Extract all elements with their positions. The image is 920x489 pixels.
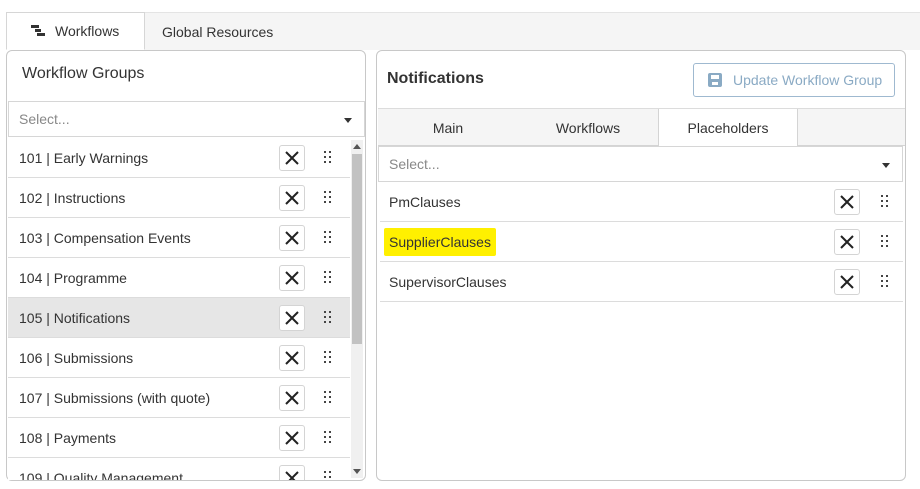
close-icon <box>840 235 854 249</box>
scroll-thumb[interactable] <box>352 154 362 344</box>
drag-handle-icon[interactable] <box>324 391 332 405</box>
close-icon <box>285 271 299 285</box>
close-icon <box>840 275 854 289</box>
list-item[interactable]: 104 | Programme <box>8 258 350 298</box>
remove-button[interactable] <box>279 465 305 480</box>
close-icon <box>285 351 299 365</box>
list-item[interactable]: 108 | Payments <box>8 418 350 458</box>
list-item[interactable]: SupplierClauses <box>380 222 903 262</box>
tab-global-resources-label: Global Resources <box>162 23 274 40</box>
save-icon <box>708 73 722 87</box>
close-icon <box>285 471 299 480</box>
list-item-label: 103 | Compensation Events <box>19 229 191 246</box>
tab-main[interactable]: Main <box>378 109 518 146</box>
tab-workflows-detail[interactable]: Workflows <box>518 109 658 146</box>
remove-button[interactable] <box>279 145 305 171</box>
close-icon <box>285 391 299 405</box>
close-icon <box>285 311 299 325</box>
workflow-group-list: 101 | Early Warnings 102 | Instructions … <box>8 138 350 480</box>
tree-icon <box>31 25 45 37</box>
list-item[interactable]: SupervisorClauses <box>380 262 903 302</box>
remove-button[interactable] <box>279 425 305 451</box>
drag-handle-icon[interactable] <box>324 311 332 325</box>
update-workflow-group-button[interactable]: Update Workflow Group <box>693 63 895 97</box>
list-item-label: 109 | Quality Management <box>19 469 183 481</box>
drag-handle-icon[interactable] <box>324 191 332 205</box>
tab-placeholders-label: Placeholders <box>687 120 769 136</box>
remove-button[interactable] <box>834 269 860 295</box>
list-item[interactable]: 107 | Submissions (with quote) <box>8 378 350 418</box>
drag-handle-icon[interactable] <box>881 195 889 209</box>
list-item-selected[interactable]: 105 | Notifications <box>8 298 350 338</box>
list-item[interactable]: PmClauses <box>380 182 903 222</box>
drag-handle-icon[interactable] <box>324 271 332 285</box>
remove-button[interactable] <box>279 265 305 291</box>
placeholder-list: PmClauses SupplierClauses SupervisorClau… <box>380 182 903 302</box>
notifications-panel: Notifications Update Workflow Group Main… <box>376 50 906 481</box>
close-icon <box>285 231 299 245</box>
detail-tab-bar: Main Workflows Placeholders <box>378 108 905 147</box>
list-item[interactable]: 101 | Early Warnings <box>8 138 350 178</box>
remove-button[interactable] <box>279 225 305 251</box>
tab-main-label: Main <box>432 119 464 136</box>
scroll-up-icon[interactable] <box>353 144 361 149</box>
placeholder-label: SupervisorClauses <box>389 273 507 290</box>
placeholder-select-placeholder: Select... <box>389 156 440 172</box>
workflow-groups-title: Workflow Groups <box>22 65 145 82</box>
drag-handle-icon[interactable] <box>881 275 889 289</box>
notifications-title: Notifications <box>387 70 484 87</box>
remove-button[interactable] <box>279 185 305 211</box>
list-item-label: 104 | Programme <box>19 269 127 286</box>
remove-button[interactable] <box>834 189 860 215</box>
close-icon <box>840 195 854 209</box>
drag-handle-icon[interactable] <box>324 431 332 445</box>
close-icon <box>285 191 299 205</box>
list-item-label: 108 | Payments <box>19 429 117 446</box>
remove-button[interactable] <box>279 345 305 371</box>
tab-global-resources[interactable]: Global Resources <box>145 12 920 50</box>
list-item-label: 106 | Submissions <box>19 349 134 366</box>
remove-button[interactable] <box>279 305 305 331</box>
placeholder-select[interactable]: Select... <box>378 146 903 182</box>
update-workflow-group-label: Update Workflow Group <box>733 72 883 88</box>
drag-handle-icon[interactable] <box>881 235 889 249</box>
list-item[interactable]: 106 | Submissions <box>8 338 350 378</box>
list-item[interactable]: 102 | Instructions <box>8 178 350 218</box>
list-item-label: 105 | Notifications <box>19 309 131 326</box>
workflow-groups-panel: Workflow Groups Select... 101 | Early Wa… <box>6 50 366 481</box>
drag-handle-icon[interactable] <box>324 231 332 245</box>
close-icon <box>285 431 299 445</box>
tab-workflows[interactable]: Workflows <box>6 12 145 50</box>
list-item-label: 101 | Early Warnings <box>19 149 149 166</box>
chevron-down-icon <box>882 163 890 168</box>
drag-handle-icon[interactable] <box>324 351 332 365</box>
placeholder-label-highlighted: SupplierClauses <box>384 227 496 256</box>
tab-workflows-label: Workflows <box>55 23 120 39</box>
list-scrollbar[interactable] <box>351 140 363 478</box>
workflow-group-select-placeholder: Select... <box>19 111 70 127</box>
placeholder-label: PmClauses <box>389 193 461 210</box>
list-item-label: 102 | Instructions <box>19 189 126 206</box>
chevron-down-icon <box>344 118 352 123</box>
list-item-label: 107 | Submissions (with quote) <box>19 389 211 406</box>
drag-handle-icon[interactable] <box>324 471 332 480</box>
list-item[interactable]: 103 | Compensation Events <box>8 218 350 258</box>
drag-handle-icon[interactable] <box>324 151 332 165</box>
remove-button[interactable] <box>279 385 305 411</box>
tab-workflows-detail-label: Workflows <box>555 119 621 136</box>
workflow-group-select[interactable]: Select... <box>8 101 365 137</box>
remove-button[interactable] <box>834 229 860 255</box>
close-icon <box>285 151 299 165</box>
top-tab-bar: Workflows Global Resources <box>6 12 920 50</box>
scroll-down-icon[interactable] <box>353 469 361 474</box>
tab-placeholders[interactable]: Placeholders <box>658 109 798 147</box>
list-item[interactable]: 109 | Quality Management <box>8 458 350 480</box>
